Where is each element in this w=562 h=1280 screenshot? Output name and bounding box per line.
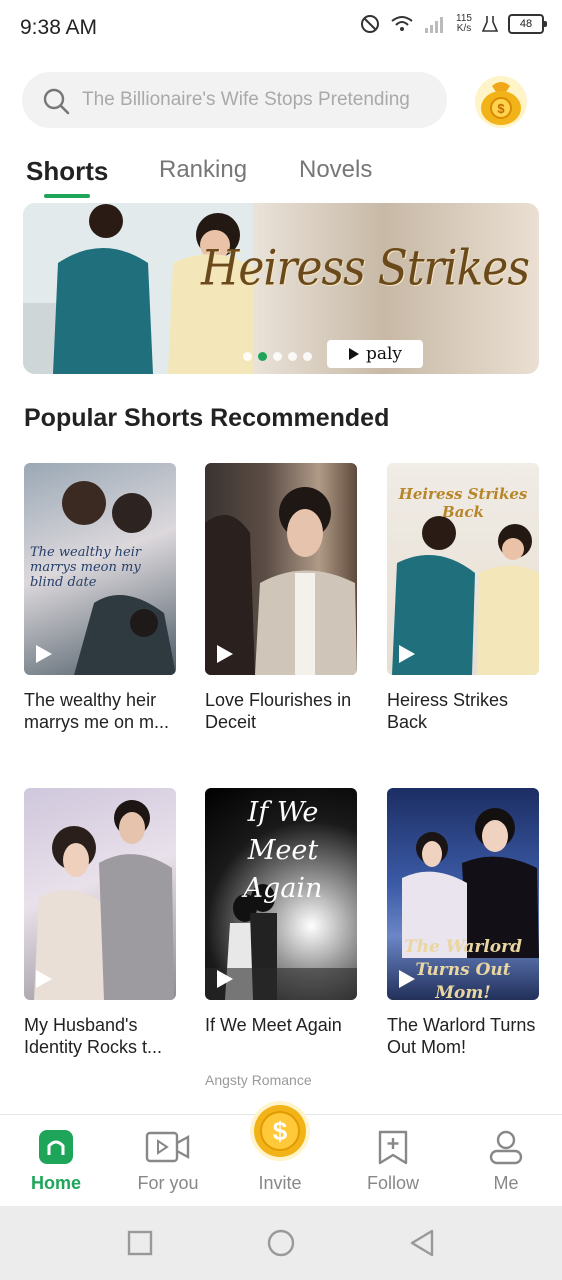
tab-shorts[interactable]: Shorts — [26, 156, 108, 187]
signal-icon — [425, 17, 444, 33]
video-icon — [145, 1131, 190, 1163]
short-title: Love Flourishes in Deceit — [205, 690, 352, 732]
short-poster[interactable] — [24, 788, 176, 1000]
short-card[interactable]: The Warlord Turns Out Mom! The Warlord T… — [387, 788, 539, 1058]
svg-text:$: $ — [497, 101, 505, 116]
tab-ranking[interactable]: Ranking — [159, 156, 247, 184]
status-bar: 9:38 AM 115 K/s 48 — [0, 0, 562, 58]
system-navigation-bar — [0, 1206, 562, 1280]
search-placeholder: The Billionaire's Wife Stops Pretending — [82, 89, 410, 110]
carousel-dot[interactable] — [273, 352, 282, 361]
short-title: The Warlord Turns Out Mom! — [387, 1015, 536, 1057]
section-title: Popular Shorts Recommended — [24, 404, 390, 432]
play-icon — [399, 970, 415, 988]
poster-title: The Warlord Turns Out Mom! — [404, 937, 522, 1000]
carousel-dots — [243, 352, 312, 361]
poster-title: Heiress Strikes Back — [398, 485, 528, 521]
nav-me[interactable]: Me — [450, 1115, 562, 1207]
banner-title: Heiress Strikes Back — [201, 240, 539, 297]
wifi-icon — [391, 16, 413, 31]
nav-label: Follow — [366, 1173, 419, 1193]
carousel-dot-active[interactable] — [258, 352, 267, 361]
search-bar[interactable]: The Billionaire's Wife Stops Pretending — [22, 72, 447, 128]
short-title: My Husband's Identity Rocks t... — [24, 1015, 163, 1057]
carousel-dot[interactable] — [288, 352, 297, 361]
nav-follow[interactable]: Follow — [337, 1115, 449, 1207]
play-icon — [348, 348, 359, 360]
speed-unit: K/s — [456, 23, 472, 34]
battery-indicator: 48 — [508, 14, 547, 34]
short-poster[interactable] — [205, 463, 357, 675]
poster-art — [34, 800, 174, 1000]
coin-icon: $ — [250, 1101, 310, 1161]
short-title: The wealthy heir marrys me on m... — [24, 690, 170, 732]
bookmark-plus-icon — [378, 1130, 408, 1165]
nav-invite[interactable]: $ Invite — [224, 1101, 336, 1207]
category-tabs: Shorts Ranking Novels — [0, 150, 562, 200]
poster-title: The wealthy heir marrys meon my blind da… — [30, 545, 142, 590]
home-circle-icon[interactable] — [266, 1228, 296, 1258]
status-time: 9:38 AM — [20, 16, 98, 39]
coin-bag-icon[interactable]: $ — [470, 72, 532, 130]
nav-label: Home — [30, 1173, 81, 1193]
short-card[interactable]: The wealthy heir marrys meon my blind da… — [24, 463, 176, 733]
short-card[interactable]: Love Flourishes in Deceit — [205, 463, 357, 733]
genre-tag: Angsty Romance — [205, 1072, 312, 1088]
banner-play-label: paly — [365, 344, 403, 364]
carousel-dot[interactable] — [243, 352, 252, 361]
back-icon[interactable] — [408, 1228, 436, 1258]
short-card[interactable]: Heiress Strikes Back Heiress Strikes Bac… — [387, 463, 539, 733]
short-poster[interactable]: The wealthy heir marrys meon my blind da… — [24, 463, 176, 675]
nav-label: For you — [137, 1173, 199, 1193]
tab-novels[interactable]: Novels — [299, 156, 372, 184]
nav-label: Me — [493, 1173, 519, 1193]
nav-home[interactable]: Home — [0, 1115, 112, 1207]
play-icon — [217, 970, 233, 988]
short-title: If We Meet Again — [205, 1015, 342, 1035]
do-not-disturb-icon — [361, 15, 380, 33]
short-title: Heiress Strikes Back — [387, 690, 509, 732]
status-icons: 115 K/s 48 — [360, 14, 547, 34]
short-card[interactable]: If We Meet Again If We Meet Again — [205, 788, 357, 1036]
poster-title: If We Meet Again — [243, 797, 323, 904]
bottom-nav: Home For you $ Invite Follow Me — [0, 1101, 562, 1207]
nav-label: Invite — [258, 1173, 302, 1193]
nav-for-you[interactable]: For you — [112, 1115, 224, 1207]
carousel-dot[interactable] — [303, 352, 312, 361]
play-icon — [217, 645, 233, 663]
poster-art — [205, 487, 357, 675]
play-icon — [36, 970, 52, 988]
network-speed: 115 K/s — [456, 14, 472, 34]
short-poster[interactable]: The Warlord Turns Out Mom! — [387, 788, 539, 1000]
play-icon — [399, 645, 415, 663]
short-card[interactable]: My Husband's Identity Rocks t... — [24, 788, 176, 1058]
recents-icon[interactable] — [127, 1230, 153, 1256]
short-poster[interactable]: If We Meet Again — [205, 788, 357, 1000]
active-tab-indicator — [44, 194, 90, 198]
profile-icon — [489, 1130, 523, 1165]
svg-text:$: $ — [273, 1116, 288, 1146]
home-icon — [39, 1130, 73, 1164]
flask-icon — [482, 16, 498, 32]
short-poster[interactable]: Heiress Strikes Back — [387, 463, 539, 675]
play-icon — [36, 645, 52, 663]
featured-banner[interactable]: Heiress Strikes Back paly — [23, 203, 539, 374]
search-icon — [43, 88, 70, 115]
banner-play-button[interactable]: paly — [327, 340, 423, 368]
